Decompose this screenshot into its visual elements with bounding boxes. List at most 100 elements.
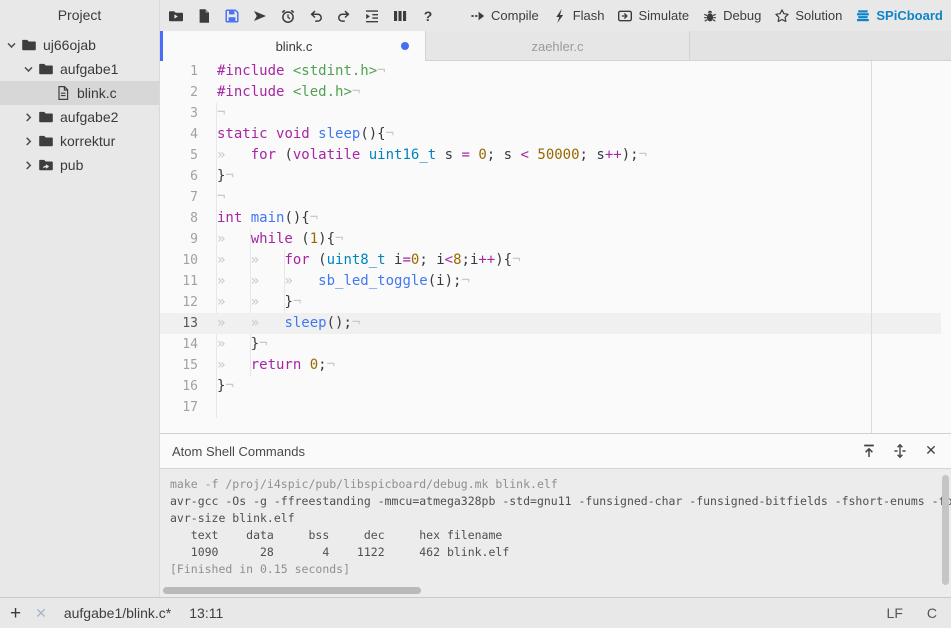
add-project-button[interactable]: + — [10, 604, 21, 623]
folder-icon — [38, 133, 54, 149]
tree-item-aufgabe2[interactable]: aufgabe2 — [0, 105, 159, 129]
code-token: static — [217, 126, 268, 142]
tree-item-label: aufgabe2 — [60, 109, 118, 125]
toolbar-icon-group: ? — [168, 8, 448, 24]
code-token: sleep — [284, 315, 326, 331]
invisible-char: ¬ — [225, 378, 233, 394]
wrap-guide — [871, 61, 872, 433]
code-line-7[interactable]: 7¬ — [160, 187, 941, 208]
panel-horizontal-scrollbar[interactable] — [163, 587, 421, 594]
code-line-11[interactable]: 11» » » sb_led_toggle(i);¬ — [160, 271, 941, 292]
chevron-down-icon[interactable] — [6, 40, 21, 51]
debug-button-label: Debug — [723, 8, 761, 23]
code-text: #include <stdint.h>¬ — [217, 61, 386, 82]
solution-button-label: Solution — [795, 8, 842, 23]
flash-button[interactable]: Flash — [552, 8, 605, 24]
tree-item-korrektur[interactable]: korrektur — [0, 129, 159, 153]
spicboard-button[interactable]: SPiCboard — [855, 8, 942, 24]
new-file-icon[interactable] — [196, 8, 212, 24]
code-token: int — [217, 210, 242, 226]
send-icon[interactable] — [252, 8, 268, 24]
code-token: } — [284, 294, 292, 310]
panel-vertical-scrollbar[interactable] — [942, 475, 949, 585]
code-text: ¬ — [217, 103, 225, 124]
cursor-position[interactable]: 13:11 — [189, 605, 223, 621]
code-token: volatile — [293, 147, 360, 163]
undo-icon[interactable] — [308, 8, 324, 24]
code-text: ¬ — [217, 187, 225, 208]
scroll-top-icon[interactable] — [861, 443, 877, 459]
invisible-char: ¬ — [293, 294, 301, 310]
line-number: 8 — [160, 208, 198, 229]
tree-item-pub[interactable]: pub — [0, 153, 159, 177]
simulate-button[interactable]: Simulate — [617, 8, 689, 24]
code-token: ){ — [495, 252, 512, 268]
solution-icon — [774, 8, 790, 24]
tree-item-aufgabe1[interactable]: aufgabe1 — [0, 57, 159, 81]
code-line-17[interactable]: 17 — [160, 397, 941, 418]
code-token: ; s — [580, 147, 605, 163]
close-project-button[interactable]: ✕ — [35, 605, 47, 622]
tab-blink.c[interactable]: blink.c — [163, 31, 425, 61]
line-number: 9 — [160, 229, 198, 250]
tree-item-blink.c[interactable]: blink.c — [0, 81, 159, 105]
solution-button[interactable]: Solution — [774, 8, 842, 24]
close-icon[interactable]: ✕ — [923, 443, 939, 459]
code-editor[interactable]: 1#include <stdint.h>¬2#include <led.h>¬3… — [160, 61, 951, 433]
panel-title: Atom Shell Commands — [172, 444, 846, 459]
code-line-4[interactable]: 4static void sleep(){¬ — [160, 124, 941, 145]
code-token: ; — [318, 357, 326, 373]
auto-indent-icon[interactable] — [364, 8, 380, 24]
code-token: ; i — [419, 252, 444, 268]
code-token: (){ — [284, 210, 309, 226]
grammar-indicator[interactable]: C — [927, 605, 937, 621]
code-line-10[interactable]: 10» » for (uint8_t i=0; i<8;i++){¬ — [160, 250, 941, 271]
chevron-right-icon[interactable] — [23, 112, 38, 123]
code-text: }¬ — [217, 376, 234, 397]
code-line-6[interactable]: 6}¬ — [160, 166, 941, 187]
code-line-2[interactable]: 2#include <led.h>¬ — [160, 82, 941, 103]
code-line-14[interactable]: 14» }¬ — [160, 334, 941, 355]
code-line-8[interactable]: 8int main(){¬ — [160, 208, 941, 229]
tab-zaehler.c[interactable]: zaehler.c — [425, 31, 690, 61]
code-line-9[interactable]: 9» while (1){¬ — [160, 229, 941, 250]
tree-item-uj66ojab[interactable]: uj66ojab — [0, 33, 159, 57]
open-folder-icon[interactable] — [168, 8, 184, 24]
save-icon[interactable] — [224, 8, 240, 24]
compile-button[interactable]: Compile — [470, 8, 539, 24]
code-token: s — [436, 147, 461, 163]
code-line-13[interactable]: 13» » sleep();¬ — [160, 313, 941, 334]
code-line-5[interactable]: 5» for (volatile uint16_t s = 0; s < 500… — [160, 145, 941, 166]
code-token — [268, 126, 276, 142]
code-text: » for (volatile uint16_t s = 0; s < 5000… — [217, 145, 647, 166]
redo-icon[interactable] — [336, 8, 352, 24]
invisible-char: » » — [217, 294, 284, 310]
code-line-15[interactable]: 15» return 0;¬ — [160, 355, 941, 376]
chevron-down-icon[interactable] — [23, 64, 38, 75]
code-line-16[interactable]: 16}¬ — [160, 376, 941, 397]
chevron-right-icon[interactable] — [23, 160, 38, 171]
code-token: ){ — [318, 231, 335, 247]
line-number: 4 — [160, 124, 198, 145]
code-token: sb_led_toggle — [318, 273, 428, 289]
timer-icon[interactable] — [280, 8, 296, 24]
code-line-3[interactable]: 3¬ — [160, 103, 941, 124]
code-token: for — [284, 252, 309, 268]
folder-icon — [38, 109, 54, 125]
code-token — [360, 147, 368, 163]
code-token: ;i — [462, 252, 479, 268]
help-icon[interactable]: ? — [420, 8, 436, 24]
flash-button-label: Flash — [573, 8, 605, 23]
output-line: text data bss dec hex filename — [170, 527, 951, 544]
auto-scroll-icon[interactable] — [892, 443, 908, 459]
line-ending-indicator[interactable]: LF — [887, 605, 903, 621]
code-token: uint16_t — [369, 147, 436, 163]
modified-indicator — [401, 42, 409, 50]
code-line-12[interactable]: 12» » }¬ — [160, 292, 941, 313]
code-line-1[interactable]: 1#include <stdint.h>¬ — [160, 61, 941, 82]
debug-button[interactable]: Debug — [702, 8, 761, 24]
code-token: (i); — [428, 273, 462, 289]
chevron-right-icon[interactable] — [23, 136, 38, 147]
code-token: ( — [310, 252, 327, 268]
columns-icon[interactable] — [392, 8, 408, 24]
